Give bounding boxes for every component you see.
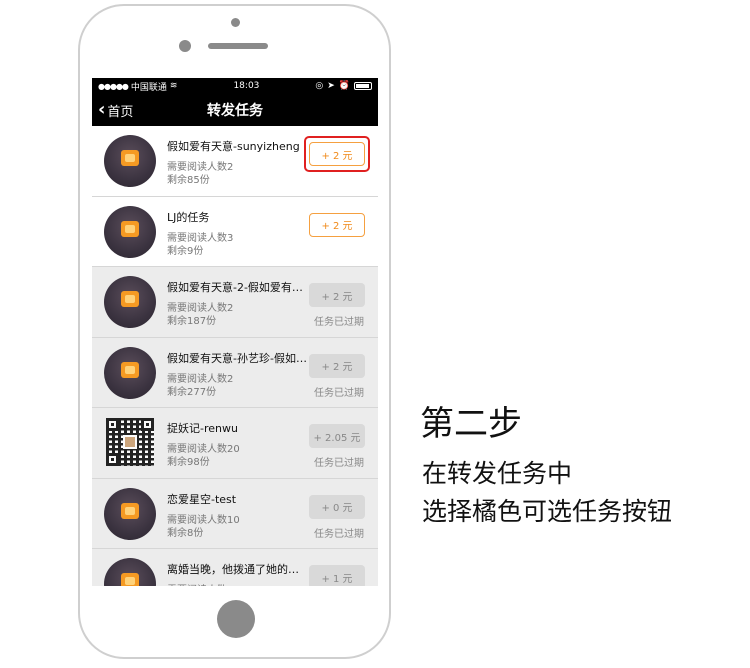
- highlight-annotation: [304, 136, 370, 172]
- instruction-line-2: 选择橘色可选任务按钮: [422, 497, 673, 526]
- task-thumbnail: [104, 276, 156, 328]
- chevron-left-icon: ‹: [98, 99, 106, 120]
- task-remaining: 剩余8份: [167, 527, 204, 539]
- task-remaining: 剩余85份: [167, 175, 210, 186]
- book-icon: [121, 150, 139, 166]
- task-thumbnail: [104, 135, 156, 187]
- alarm-icon: ⏰: [338, 81, 350, 91]
- book-icon: [121, 291, 139, 307]
- task-thumbnail: [104, 558, 156, 586]
- wifi-icon: ≋: [169, 81, 178, 91]
- qr-finder-pattern: [106, 418, 119, 431]
- carrier-label: 中国联通: [130, 82, 167, 93]
- task-remaining: 剩余187份: [167, 316, 217, 327]
- qr-finder-pattern: [106, 453, 119, 466]
- status-bar: ●●●●● 中国联通 ≋ 18:03 ◎ ➤ ⏰: [92, 78, 378, 94]
- task-row[interactable]: 捉妖记-renwu 需要阅读人数20 剩余98份 + 2.05 元任务已过期: [92, 408, 378, 479]
- home-button[interactable]: [217, 600, 255, 638]
- lock-rotation-icon: ◎: [315, 81, 324, 91]
- qr-logo: [123, 435, 137, 449]
- task-row[interactable]: 假如爱有天意-孙艺珍-假如… 需要阅读人数2 剩余277份 + 2 元任务已过期: [92, 337, 378, 408]
- task-required-readers: 需要阅读人数2: [167, 581, 233, 586]
- expired-label: 任务已过期: [314, 458, 364, 469]
- task-title: 假如爱有天意-sunyizheng: [167, 140, 300, 153]
- task-title: 离婚当晚，他拨通了她的…: [167, 563, 299, 576]
- sensor-dot: [231, 18, 240, 27]
- phone-screen: ●●●●● 中国联通 ≋ 18:03 ◎ ➤ ⏰ ‹ 首页 转发任务 假如爱有天…: [92, 78, 378, 586]
- reward-button: + 2.05 元: [309, 424, 365, 448]
- expired-label: 任务已过期: [314, 387, 364, 399]
- earpiece-speaker: [208, 43, 268, 49]
- task-row[interactable]: 离婚当晚，他拨通了她的… 需要阅读人数2 + 1 元: [92, 549, 378, 586]
- reward-button[interactable]: + 2 元: [309, 212, 365, 237]
- step-heading: 第二步: [420, 404, 522, 444]
- task-title: LJ的任务: [167, 210, 210, 224]
- task-remaining: 剩余9份: [167, 245, 204, 257]
- reward-button: + 1 元: [309, 565, 365, 586]
- reward-button: + 0 元: [309, 494, 365, 519]
- task-row[interactable]: 恋爱星空-test 需要阅读人数10 剩余8份 + 0 元任务已过期: [92, 478, 378, 549]
- task-row[interactable]: 假如爱有天意-2-假如爱有… 需要阅读人数2 剩余187份 + 2 元任务已过期: [92, 267, 378, 338]
- task-row[interactable]: LJ的任务 需要阅读人数3 剩余9份 + 2 元: [92, 196, 378, 267]
- task-title: 假如爱有天意-2-假如爱有…: [167, 281, 303, 294]
- book-icon: [121, 573, 139, 586]
- navigation-bar: ‹ 首页 转发任务: [92, 94, 378, 126]
- book-icon: [121, 502, 139, 519]
- task-title: 捉妖记-renwu: [167, 422, 238, 435]
- expired-label: 任务已过期: [314, 317, 364, 328]
- book-icon: [121, 220, 139, 237]
- reward-button: + 2 元: [309, 283, 365, 307]
- status-time: 18:03: [233, 81, 260, 91]
- battery-icon: [354, 82, 372, 90]
- qr-finder-pattern: [141, 418, 154, 431]
- front-camera: [179, 40, 191, 52]
- expired-label: 任务已过期: [314, 528, 364, 540]
- qr-code-thumbnail: [106, 418, 154, 466]
- back-button[interactable]: ‹ 首页: [98, 94, 133, 126]
- instruction-line-1: 在转发任务中: [422, 459, 573, 488]
- page-title: 转发任务: [207, 103, 263, 119]
- reward-button: + 2 元: [309, 353, 365, 378]
- task-remaining: 剩余277份: [167, 386, 217, 398]
- task-remaining: 剩余98份: [167, 457, 210, 468]
- task-title: 假如爱有天意-孙艺珍-假如…: [167, 351, 307, 365]
- location-icon: ➤: [327, 81, 335, 91]
- signal-icon: ●●●●●: [98, 81, 129, 91]
- task-title: 恋爱星空-test: [167, 492, 237, 506]
- task-row[interactable]: 假如爱有天意-sunyizheng 需要阅读人数2 剩余85份 + 2 元: [92, 126, 378, 197]
- task-thumbnail: [104, 487, 156, 540]
- book-icon: [121, 361, 139, 378]
- task-thumbnail: [104, 205, 156, 258]
- task-list: 假如爱有天意-sunyizheng 需要阅读人数2 剩余85份 + 2 元 LJ的任务需…: [92, 126, 378, 586]
- task-thumbnail: [104, 346, 156, 399]
- back-label: 首页: [107, 104, 134, 120]
